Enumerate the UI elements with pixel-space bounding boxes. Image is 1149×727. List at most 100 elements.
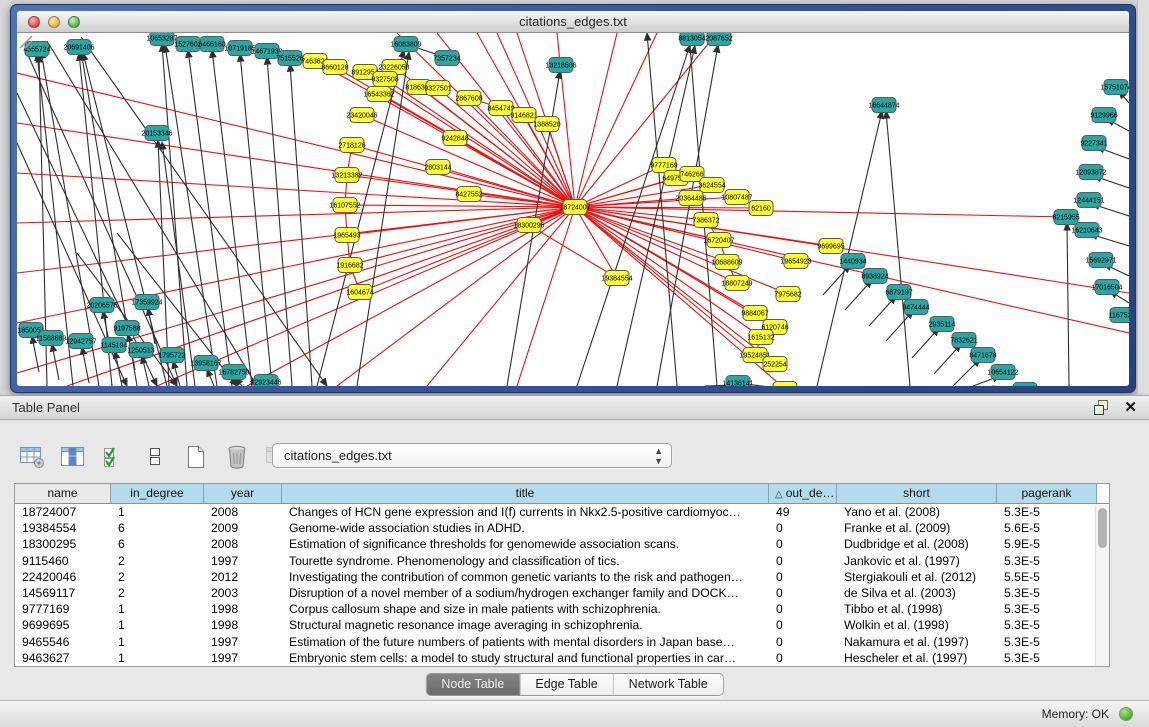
graph-node[interactable]: 15692971 xyxy=(1085,253,1116,268)
table-cell[interactable]: Wolkin et al. (1998) xyxy=(837,617,997,633)
table-cell[interactable]: Genome-wide association studies in ADHD. xyxy=(282,520,769,536)
table-cell[interactable]: 2003 xyxy=(204,585,282,601)
table-row[interactable]: 946554611997Estimation of the future num… xyxy=(15,634,1109,650)
table-cell[interactable]: 0 xyxy=(769,601,837,617)
table-cell[interactable]: Changes of HCN gene expression and I(f) … xyxy=(282,504,769,520)
graph-node[interactable]: 6879197 xyxy=(885,285,912,300)
table-cell[interactable]: 9465546 xyxy=(15,634,111,650)
graph-node[interactable]: 7975682 xyxy=(774,287,801,302)
table-row[interactable]: 2242004622012Investigating the contribut… xyxy=(15,569,1109,585)
graph-node[interactable]: 12923446 xyxy=(250,375,281,387)
graph-node[interactable]: 10654122 xyxy=(987,365,1018,380)
graph-node[interactable]: 10688609 xyxy=(711,255,742,270)
select-all-icon[interactable] xyxy=(100,444,128,470)
table-cell[interactable]: 18724007 xyxy=(15,504,111,520)
graph-node[interactable]: 9245612 xyxy=(1011,383,1038,387)
table-cell[interactable]: 0 xyxy=(769,650,837,666)
tab-node-table[interactable]: Node Table xyxy=(426,674,519,695)
graph-node[interactable]: 7386372 xyxy=(692,213,719,228)
table-cell[interactable]: Structural magnetic resonance image aver… xyxy=(282,617,769,633)
table-cell[interactable]: 5.3E-5 xyxy=(997,650,1097,666)
graph-node[interactable]: 16083809 xyxy=(390,37,421,52)
table-cell[interactable]: 5.5E-5 xyxy=(997,569,1097,585)
tab-network-table[interactable]: Network Table xyxy=(613,674,723,695)
table-cell[interactable]: Disruption of a novel member of a sodium… xyxy=(282,585,769,601)
graph-node[interactable]: 12093872 xyxy=(1075,165,1106,180)
table-cell[interactable]: 2 xyxy=(111,553,204,569)
table-cell[interactable]: 18300295 xyxy=(15,536,111,552)
graph-node[interactable]: 13218506 xyxy=(545,58,576,73)
window-titlebar[interactable]: citations_edges.txt xyxy=(17,11,1129,33)
graph-node[interactable]: 7515526 xyxy=(276,51,303,66)
graph-node[interactable]: 1753426 xyxy=(771,382,798,387)
column-header-pagerank[interactable]: pagerank xyxy=(997,484,1097,503)
graph-node[interactable]: 11568689 xyxy=(36,331,67,346)
table-cell[interactable]: Corpus callosum shape and size in male p… xyxy=(282,601,769,617)
graph-node[interactable]: 16720407 xyxy=(703,233,734,248)
column-header-title[interactable]: title xyxy=(282,484,769,503)
table-cell[interactable]: 49 xyxy=(769,504,837,520)
graph-node[interactable]: 2803144 xyxy=(424,160,451,175)
graph-node[interactable]: 12444151 xyxy=(1073,193,1104,208)
table-cell[interactable]: 9463627 xyxy=(15,650,111,666)
table-cell[interactable]: 5.3E-5 xyxy=(997,585,1097,601)
graph-node[interactable]: 8813054 xyxy=(678,33,705,46)
graph-node[interactable]: 8938924 xyxy=(861,269,888,284)
table-cell[interactable]: 2008 xyxy=(204,536,282,552)
network-canvas[interactable]: 1872400774638228660128891295423226058932… xyxy=(17,33,1129,386)
graph-node[interactable]: 9197588 xyxy=(113,321,140,336)
graph-node[interactable]: 9327501 xyxy=(424,81,451,96)
table-cell[interactable]: 9115460 xyxy=(15,553,111,569)
table-cell[interactable]: Franke et al. (2009) xyxy=(837,520,997,536)
table-cell[interactable]: 2008 xyxy=(204,504,282,520)
table-cell[interactable]: 0 xyxy=(769,634,837,650)
graph-node[interactable]: 15751074 xyxy=(1100,80,1129,95)
graph-node[interactable]: 18300295 xyxy=(513,218,544,233)
float-panel-icon[interactable] xyxy=(1093,399,1110,416)
zoom-window-button[interactable] xyxy=(68,16,80,28)
column-header-short[interactable]: short xyxy=(837,484,997,503)
graph-node[interactable]: 20153346 xyxy=(141,126,172,141)
graph-node[interactable]: 9146821 xyxy=(510,108,537,123)
graph-node[interactable]: 23420046 xyxy=(346,108,377,123)
table-cell[interactable]: Dudbridge et al. (2008) xyxy=(837,536,997,552)
graph-node[interactable]: 1965493 xyxy=(333,228,360,243)
graph-node[interactable]: 3624554 xyxy=(698,178,725,193)
table-cell[interactable]: 1 xyxy=(111,601,204,617)
table-row[interactable]: 969969511998Structural magnetic resonanc… xyxy=(15,617,1109,633)
table-cell[interactable]: 1 xyxy=(111,617,204,633)
minimize-window-button[interactable] xyxy=(48,16,60,28)
table-options-icon[interactable] xyxy=(18,444,46,470)
graph-node[interactable]: 1250513 xyxy=(127,343,154,358)
table-cell[interactable]: 5.3E-5 xyxy=(997,634,1097,650)
graph-node[interactable]: 7357234 xyxy=(433,51,460,66)
graph-node[interactable]: 8660128 xyxy=(321,60,348,75)
table-scrollbar[interactable] xyxy=(1095,505,1109,666)
graph-node[interactable]: 13958167 xyxy=(190,356,221,371)
graph-node[interactable]: 252254 xyxy=(763,357,787,372)
table-selector-dropdown[interactable]: citations_edges.txt ▲▼ xyxy=(272,443,672,468)
graph-node[interactable]: 12942757 xyxy=(65,334,96,349)
graph-node[interactable]: 18724007 xyxy=(559,200,590,215)
close-panel-icon[interactable]: ✕ xyxy=(1124,399,1137,416)
table-cell[interactable]: 0 xyxy=(769,553,837,569)
resize-grip-icon[interactable] xyxy=(17,33,33,49)
table-cell[interactable]: Nakamura et al. (1997) xyxy=(837,634,997,650)
column-header-name[interactable]: name xyxy=(15,484,111,503)
table-cell[interactable]: Stergiakouli et al. (2012) xyxy=(837,569,997,585)
table-cell[interactable]: 22420046 xyxy=(15,569,111,585)
table-row[interactable]: 946362711997Embryonic stem cells: a mode… xyxy=(15,650,1109,666)
table-cell[interactable]: 0 xyxy=(769,569,837,585)
table-cell[interactable]: 19384554 xyxy=(15,520,111,536)
table-cell[interactable]: 6 xyxy=(111,520,204,536)
table-cell[interactable]: 0 xyxy=(769,520,837,536)
graph-node[interactable]: 17359924 xyxy=(131,295,162,310)
graph-node[interactable]: 2935114 xyxy=(929,317,956,332)
table-cell[interactable]: Hescheler et al. (1997) xyxy=(837,650,997,666)
column-header-in-degree[interactable]: in_degree xyxy=(111,484,204,503)
graph-node[interactable]: 2718126 xyxy=(338,138,365,153)
graph-node[interactable]: 19654923 xyxy=(780,254,811,269)
table-cell[interactable]: Estimation of the future numbers of pati… xyxy=(282,634,769,650)
graph-node[interactable]: 9699695 xyxy=(817,239,844,254)
graph-node[interactable]: 17016504 xyxy=(1091,280,1122,295)
